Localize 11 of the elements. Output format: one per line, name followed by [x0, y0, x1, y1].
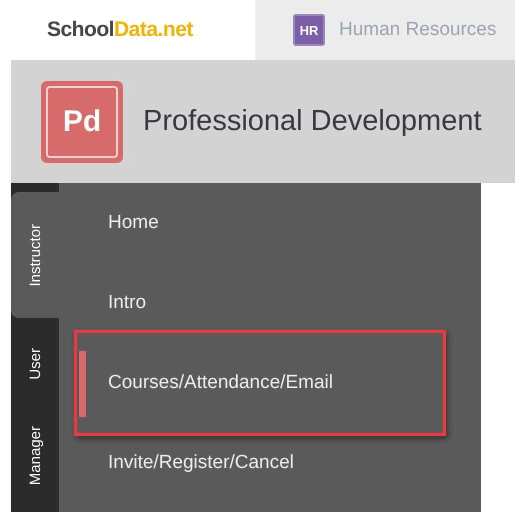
- menu-item[interactable]: Home: [108, 212, 159, 234]
- side-tab[interactable]: User: [11, 318, 59, 410]
- side-tab[interactable]: Instructor: [11, 192, 59, 318]
- app-logo-icon: Pd: [41, 80, 123, 162]
- page-title: Professional Development: [143, 105, 482, 138]
- menu-item[interactable]: Invite/Register/Cancel: [108, 452, 294, 474]
- app-badge-icon[interactable]: HR: [293, 14, 325, 46]
- menu-item[interactable]: Intro: [108, 292, 146, 314]
- brand-logo[interactable]: SchoolData.net: [0, 0, 255, 60]
- menu-item[interactable]: Courses/Attendance/Email: [108, 372, 333, 394]
- side-tab[interactable]: Manager: [11, 410, 59, 502]
